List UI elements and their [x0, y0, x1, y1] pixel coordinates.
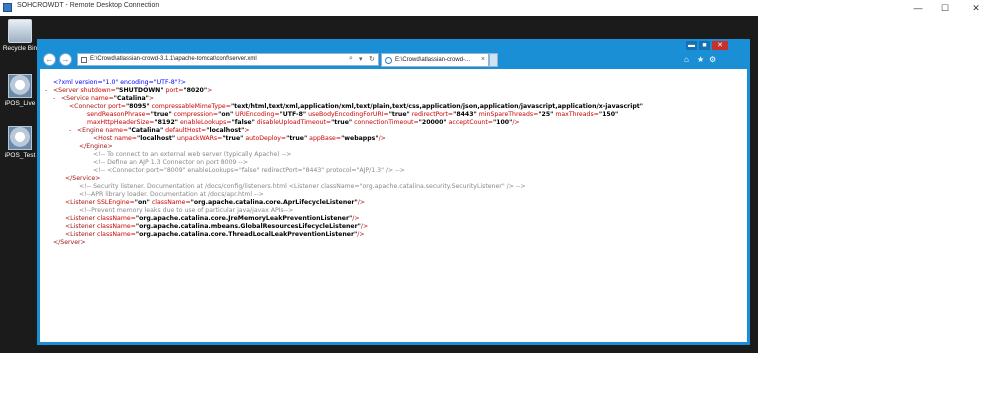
rdp-titlebar: SOHCROWDT - Remote Desktop Connection — …	[0, 0, 999, 17]
refresh-icon[interactable]: ↻	[369, 55, 375, 63]
ie-page-icon	[385, 57, 392, 64]
rdp-close-button[interactable]: ✕	[962, 0, 990, 16]
xml-connector-line3: maxHttpHeaderSize="8192" enableLookups="…	[87, 119, 520, 126]
search-icon[interactable]: ⌕	[349, 55, 353, 63]
tab-title: E:\Crowd\atlassian-crowd-...	[395, 57, 471, 63]
page-icon	[81, 57, 87, 63]
collapse-toggle[interactable]: -	[69, 127, 77, 135]
desktop-icon-recycle-bin[interactable]: Recycle Bin	[0, 19, 40, 52]
xml-service-close: </Service>	[65, 175, 101, 182]
new-tab-button[interactable]	[489, 53, 498, 67]
xml-service-open: - <Service name="Catalina">	[53, 95, 155, 103]
xml-comment: <!--Prevent memory leaks due to use of p…	[79, 207, 294, 214]
xml-server-open: - <Server shutdown="SHUTDOWN" port="8020"…	[45, 87, 213, 95]
xml-declaration: <?xml version="1.0" encoding="UTF-8"?>	[53, 79, 186, 86]
xml-host: <Host name="localhost" unpackWARs="true"…	[93, 135, 386, 142]
rdp-minimize-button[interactable]: —	[904, 0, 932, 16]
xml-comment: <!-- <Connector port="8009" enableLookup…	[93, 167, 405, 174]
desktop-icon-ipos-test[interactable]: iPOS_Test	[0, 126, 40, 159]
xml-listener: <Listener className="org.apache.catalina…	[65, 223, 369, 230]
arrow-right-icon: →	[61, 55, 70, 64]
xml-engine-close: </Engine>	[79, 143, 113, 150]
tab-server-xml[interactable]: E:\Crowd\atlassian-crowd-... ×	[381, 53, 489, 67]
computer-icon	[8, 126, 32, 150]
xml-listener: <Listener className="org.apache.catalina…	[65, 231, 365, 238]
xml-server-close: </Server>	[53, 239, 86, 246]
browser-close-button[interactable]: ✕	[712, 41, 728, 50]
xml-comment: <!-- To connect to an external web serve…	[93, 151, 292, 158]
recycle-bin-icon	[8, 19, 32, 43]
arrow-left-icon: ←	[45, 55, 54, 64]
tab-close-icon[interactable]: ×	[481, 56, 485, 63]
settings-gear-icon[interactable]: ⚙	[709, 55, 716, 64]
chevron-down-icon[interactable]: ▾	[359, 55, 363, 63]
xml-engine-open: - <Engine name="Catalina" defaultHost="lo…	[69, 127, 250, 135]
rdp-window-title: SOHCROWDT - Remote Desktop Connection	[17, 2, 160, 9]
desktop-icon-label: Recycle Bin	[2, 45, 38, 52]
favorites-icon[interactable]: ★	[697, 55, 704, 64]
xml-comment: <!-- Security listener. Documentation at…	[79, 183, 526, 190]
empty-area	[0, 353, 999, 418]
back-button[interactable]: ←	[43, 53, 56, 66]
xml-comment: <!--APR library loader. Documentation at…	[79, 191, 264, 198]
xml-viewer[interactable]: <?xml version="1.0" encoding="UTF-8"?> -…	[40, 69, 747, 342]
xml-listener: <Listener className="org.apache.catalina…	[65, 215, 360, 222]
collapse-toggle[interactable]: -	[53, 95, 61, 103]
xml-listener: <Listener SSLEngine="on" className="org.…	[65, 199, 365, 206]
forward-button[interactable]: →	[59, 53, 72, 66]
xml-tree: <?xml version="1.0" encoding="UTF-8"?> -…	[45, 79, 643, 247]
desktop-icon-label: iPOS_Test	[4, 152, 36, 159]
desktop-icon-ipos-live[interactable]: iPOS_Live	[0, 74, 40, 107]
browser-minimize-button[interactable]: ▬	[686, 41, 697, 50]
empty-area	[758, 16, 999, 353]
desktop-icon-label: iPOS_Live	[4, 100, 36, 107]
remote-desktop: Recycle Bin iPOS_Live iPOS_Test ▬ ■ ✕ ← …	[0, 16, 758, 353]
xml-comment: <!-- Define an AJP 1.3 Connector on port…	[93, 159, 249, 166]
browser-maximize-button[interactable]: ■	[699, 41, 710, 50]
rdp-maximize-button[interactable]: ☐	[931, 0, 959, 16]
xml-connector-line2: sendReasonPhrase="true" compression="on"…	[87, 111, 619, 118]
xml-connector-line1: <Connector port="8095" compressableMimeT…	[69, 103, 643, 110]
address-text[interactable]: E:\Crowd\atlassian-crowd-3.1.1\apache-to…	[90, 56, 257, 62]
address-bar[interactable]: E:\Crowd\atlassian-crowd-3.1.1\apache-to…	[77, 53, 379, 66]
browser-window: ▬ ■ ✕ ← → E:\Crowd\atlassian-crowd-3.1.1…	[37, 39, 750, 345]
computer-icon	[8, 74, 32, 98]
home-icon[interactable]: ⌂	[684, 55, 689, 64]
collapse-toggle[interactable]: -	[45, 87, 53, 95]
remote-desktop-icon	[3, 3, 12, 12]
